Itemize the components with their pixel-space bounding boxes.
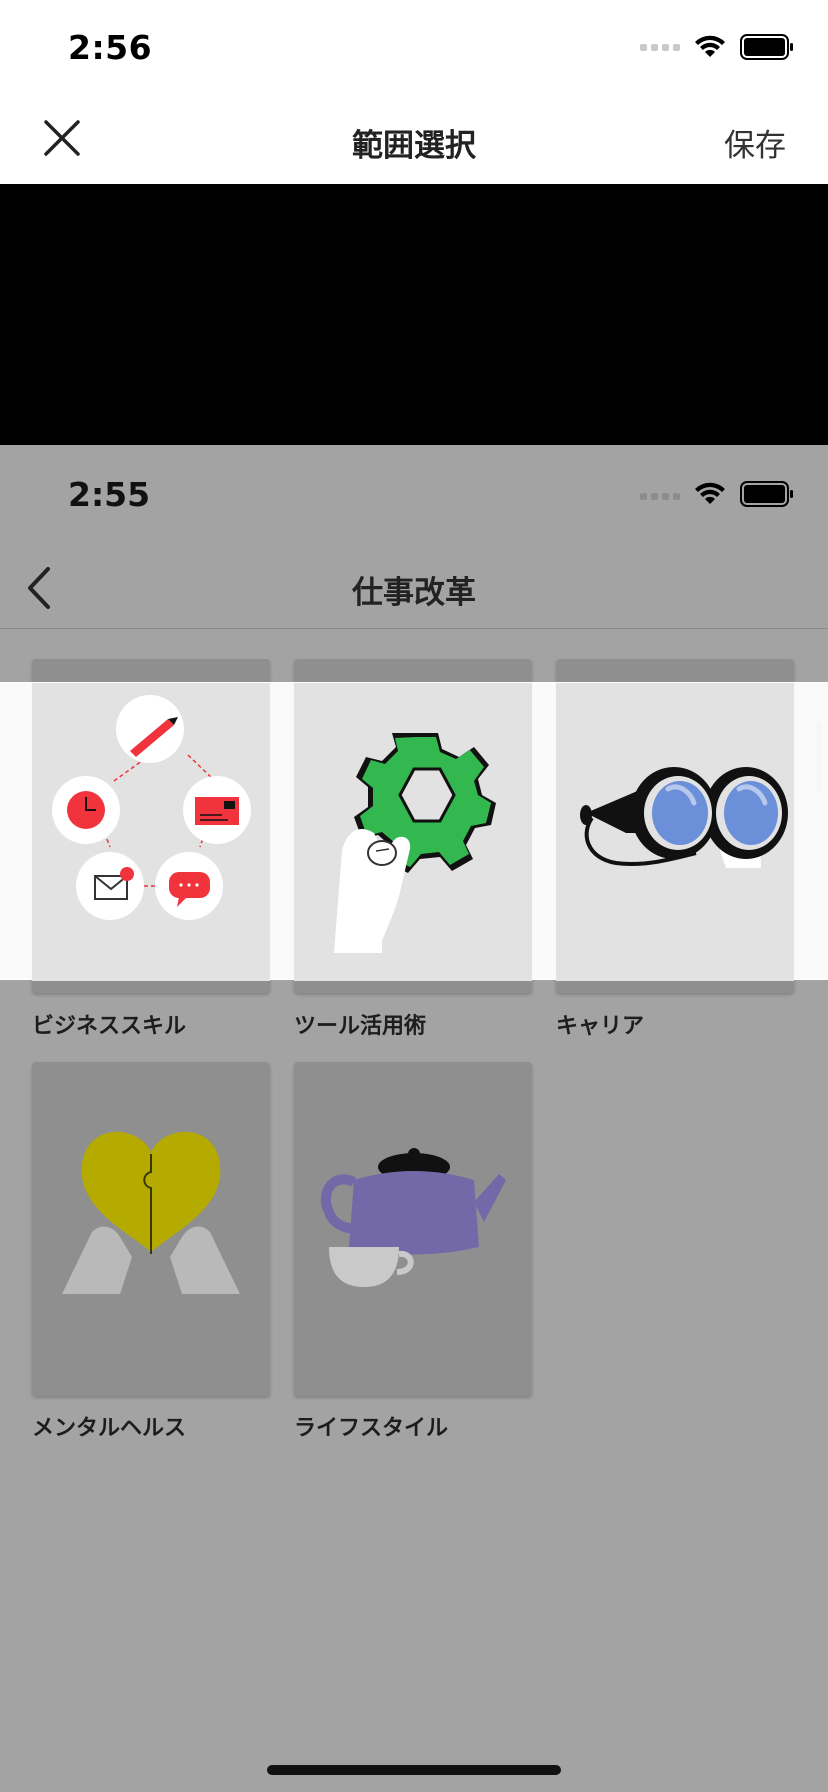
navigation-bar: 範囲選択 保存 (0, 90, 828, 184)
battery-icon (740, 34, 794, 60)
business-skills-card-highlight (32, 683, 270, 981)
category-label: ライフスタイル (294, 1416, 449, 1441)
category-label: メンタルヘルス (32, 1416, 187, 1441)
binoculars-illustration-icon (580, 767, 788, 868)
heart-puzzle-illustration-icon (62, 1131, 240, 1294)
out-of-range-area (0, 184, 828, 445)
inner-status-time: 2:55 (68, 475, 151, 514)
save-button[interactable]: 保存 (724, 120, 786, 165)
teapot-illustration-icon (320, 1148, 506, 1287)
tool-usage-card-highlight (294, 683, 532, 981)
career-card-highlight (556, 683, 794, 981)
page-title: 範囲選択 (352, 128, 476, 164)
divider (0, 628, 828, 629)
battery-icon (740, 481, 794, 511)
inner-page-title: 仕事改革 (352, 575, 476, 611)
wifi-icon (694, 35, 726, 59)
wifi-icon (694, 482, 726, 510)
business-skills-illustration-icon (52, 695, 251, 920)
category-label: ツール活用術 (294, 1014, 427, 1039)
status-indicators (640, 34, 794, 60)
status-time: 2:56 (68, 28, 153, 67)
category-label: キャリア (556, 1014, 645, 1039)
status-bar: 2:56 (0, 0, 828, 90)
category-label: ビジネススキル (32, 1014, 187, 1039)
category-card-mental-health[interactable] (32, 1062, 270, 1396)
cellular-signal-icon (640, 43, 680, 51)
inner-status-indicators (640, 481, 794, 511)
category-card-lifestyle[interactable] (294, 1062, 532, 1396)
screen: 2:56 範囲選択 保存 2:55 仕事改革 メンタルヘルス ライフスタイル ビ… (0, 0, 828, 1792)
gear-in-hand-illustration-icon (334, 733, 496, 953)
home-indicator[interactable] (267, 1765, 561, 1775)
captured-screen[interactable]: 2:55 仕事改革 メンタルヘルス ライフスタイル ビジネススキル ツール活用術… (0, 445, 828, 1792)
cellular-signal-icon (640, 492, 680, 500)
selection-region[interactable] (0, 682, 828, 981)
